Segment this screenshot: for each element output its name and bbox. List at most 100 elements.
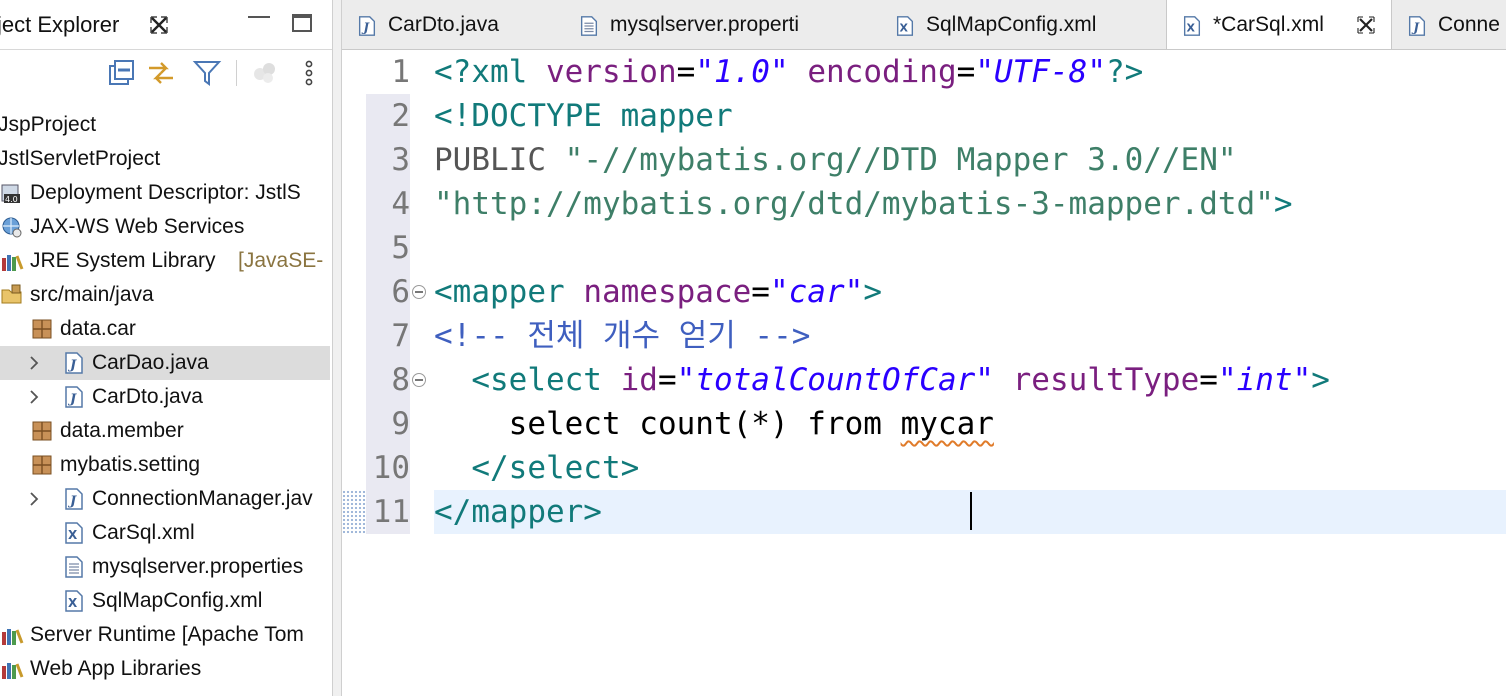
code-line[interactable]: 3 PUBLIC "-//mybatis.org//DTD Mapper 3.0/… [342,138,1506,182]
code-token: = [676,54,696,90]
tree-item[interactable]: J CarDao.java [0,346,330,380]
close-icon[interactable] [1355,14,1377,36]
view-menu-icon[interactable] [294,58,324,88]
code-line[interactable]: 7 <!-- 전체 개수 얻기 --> [342,314,1506,358]
svg-text:X: X [68,528,78,542]
code-token: = [751,274,770,310]
code-token: car [788,274,845,310]
library-icon [2,663,24,679]
collapse-all-icon[interactable] [106,58,136,88]
code-token: " [1292,362,1312,398]
code-token: encoding [807,54,957,90]
code-token: mycar [900,406,994,442]
tree-item[interactable]: JspProject [0,108,330,142]
tree-item[interactable]: Server Runtime [Apache Tom [0,618,330,652]
editor-tab-label: mysqlserver.properti [610,13,800,36]
project-explorer-tab[interactable]: ject Explorer [0,0,332,50]
code-line[interactable]: 2 <!DOCTYPE mapper [342,94,1506,138]
tree-item-label: JspProject [0,113,97,136]
link-with-editor-icon[interactable] [146,58,176,88]
code-token: " [695,54,714,90]
minimize-icon[interactable] [248,16,270,28]
panel-sash[interactable] [332,0,342,696]
tree-item[interactable]: JRE System Library [JavaSE- [0,244,330,278]
code-token: int [1236,362,1293,398]
editor-tab[interactable]: mysqlserver.properti [564,0,880,49]
tree-item-label: mybatis.setting [60,453,201,476]
code-token: " [676,362,696,398]
code-line[interactable]: 1 <?xml version="1.0" encoding="UTF-8"?> [342,50,1506,94]
xml-editor[interactable]: 1 <?xml version="1.0" encoding="UTF-8"?> 2… [342,50,1506,696]
editor-tab[interactable]: X *CarSql.xml [1166,0,1392,49]
tree-item[interactable]: Web App Libraries [0,652,330,686]
line-number: 1 [391,54,410,90]
tree-item[interactable]: 4.0 Deployment Descriptor: JstlS [0,176,330,210]
tree-item-label: mysqlserver.properties [92,555,304,578]
code-token: </select> [471,450,640,486]
code-line[interactable]: 4 "http://mybatis.org/dtd/mybatis-3-mappe… [342,182,1506,226]
project-explorer-panel: ject Explorer JspProject JstlServletProj… [0,0,332,696]
tree-item-label: JRE System Library [30,249,216,272]
code-token: </mapper> [434,494,602,530]
code-line[interactable]: 6 <mapper namespace="car"> [342,270,1506,314]
tree-item[interactable]: data.member [0,414,330,448]
code-token: "-//mybatis.org//DTD Mapper 3.0//EN" [564,142,1237,178]
tree-item-label: JAX-WS Web Services [30,215,245,238]
line-number: 5 [391,230,410,266]
code-line[interactable]: 11 </mapper> [342,490,1506,534]
code-token: " [769,274,789,310]
tree-item[interactable]: mysqlserver.properties [0,550,330,584]
line-number: 11 [372,494,410,530]
editor-tab[interactable]: J CarDto.java [342,0,564,49]
svg-text:X: X [68,596,78,610]
chevron-right-icon[interactable] [26,389,42,405]
code-line[interactable]: 5 [342,226,1506,270]
java-file-icon: J [65,352,83,374]
code-text: <mapper namespace="car"> [434,270,882,314]
editor-tab[interactable]: J Conne [1392,0,1506,49]
package-icon [32,421,52,441]
code-line[interactable]: 8 <select id="totalCountOfCar" resultTyp… [342,358,1506,402]
maximize-icon[interactable] [292,14,312,32]
editor-tab-label: *CarSql.xml [1213,13,1324,36]
explorer-toolbar [0,52,332,94]
close-icon[interactable] [147,13,171,37]
fold-toggle-icon[interactable] [412,373,426,387]
tree-item[interactable]: mybatis.setting [0,448,330,482]
tree-item[interactable]: J ConnectionManager.jav [0,482,330,516]
tree-item[interactable]: J CarDto.java [0,380,330,414]
code-token: > [863,274,882,310]
code-line[interactable]: 10 </select> [342,446,1506,490]
editor-tab[interactable]: X SqlMapConfig.xml [880,0,1166,49]
tree-item-label: src/main/java [30,283,154,306]
tree-item[interactable]: JAX-WS Web Services [0,210,330,244]
tree-item[interactable]: src/main/java [0,278,330,312]
code-token: resultType [1012,362,1200,398]
chevron-right-icon[interactable] [26,355,42,371]
code-text: </select> [434,446,639,490]
text-caret [970,492,972,530]
code-text: select count(*) from mycar [434,402,994,446]
tree-item[interactable]: X SqlMapConfig.xml [0,584,330,618]
line-number: 2 [391,98,410,134]
code-token: " [844,274,864,310]
line-number: 7 [391,318,410,354]
code-token: <!DOCTYPE mapper [434,98,733,134]
tree-item[interactable]: data.car [0,312,330,346]
chevron-right-icon[interactable] [26,491,42,507]
fold-toggle-icon[interactable] [412,285,426,299]
filter-icon[interactable] [192,58,222,88]
code-text: PUBLIC "-//mybatis.org//DTD Mapper 3.0//… [434,138,1237,182]
focus-task-icon[interactable] [250,58,280,88]
java-file-icon: J [65,386,83,408]
code-token: " [975,362,994,398]
code-text: <?xml version="1.0" encoding="UTF-8"?> [434,50,1143,94]
tree-item-decoration: [JavaSE- [238,249,324,272]
code-token: " [975,54,994,90]
tree-item[interactable]: X CarSql.xml [0,516,330,550]
tree-item[interactable]: JstlServletProject [0,142,330,176]
code-text: </mapper> [434,490,602,534]
code-line[interactable]: 9 select count(*) from mycar [342,402,1506,446]
